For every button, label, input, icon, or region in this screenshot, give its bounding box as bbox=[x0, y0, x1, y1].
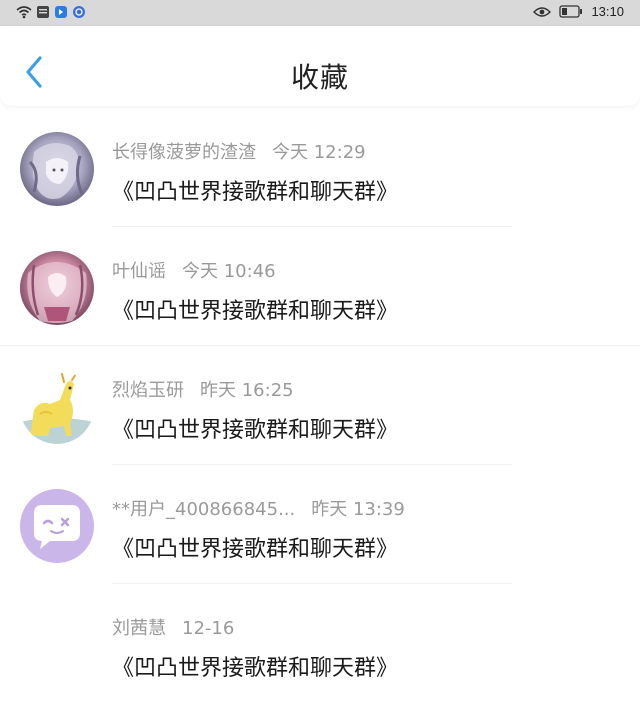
item-time: 今天 10:46 bbox=[182, 261, 276, 282]
status-time: 13:10 bbox=[591, 4, 624, 19]
item-content: 《凹凸世界接歌群和聊天群》 bbox=[112, 537, 399, 562]
avatar[interactable] bbox=[20, 251, 94, 325]
wifi-icon bbox=[16, 6, 32, 19]
avatar[interactable] bbox=[20, 489, 94, 563]
item-time: 昨天 13:39 bbox=[311, 499, 405, 520]
battery-icon bbox=[559, 5, 583, 18]
author-name: 刘茜慧 bbox=[112, 618, 166, 639]
item-time: 今天 12:29 bbox=[272, 142, 366, 163]
list-item[interactable]: 刘茜慧 12-16 《凹凸世界接歌群和聊天群》 bbox=[0, 584, 640, 703]
list-item[interactable]: 叶仙谣 今天 10:46 《凹凸世界接歌群和聊天群》 bbox=[0, 227, 640, 346]
item-time: 12-16 bbox=[182, 618, 235, 639]
chat-bubble-icon bbox=[20, 489, 94, 563]
list-item[interactable]: **用户_400866845... 昨天 13:39 《凹凸世界接歌群和聊天群》 bbox=[0, 465, 640, 584]
status-left-icons bbox=[16, 5, 86, 19]
author-name: 长得像菠萝的渣渣 bbox=[112, 142, 256, 163]
avatar-image bbox=[20, 370, 94, 444]
status-right-icons: 13:10 bbox=[533, 4, 624, 19]
avatar[interactable] bbox=[20, 608, 94, 682]
item-content: 《凹凸世界接歌群和聊天群》 bbox=[112, 299, 399, 324]
author-name: 叶仙谣 bbox=[112, 261, 166, 282]
favorites-list: 长得像菠萝的渣渣 今天 12:29 《凹凸世界接歌群和聊天群》 叶仙谣 今天 1… bbox=[0, 108, 640, 703]
item-meta: 长得像菠萝的渣渣 今天 12:29 bbox=[112, 138, 366, 164]
item-content: 《凹凸世界接歌群和聊天群》 bbox=[112, 656, 399, 681]
app-icon bbox=[73, 6, 85, 18]
header-bar: 收藏 bbox=[0, 26, 640, 106]
avatar-image bbox=[20, 251, 94, 325]
avatar[interactable] bbox=[20, 370, 94, 444]
list-item[interactable]: 长得像菠萝的渣渣 今天 12:29 《凹凸世界接歌群和聊天群》 bbox=[0, 108, 640, 227]
notification-icon bbox=[37, 6, 49, 18]
status-bar: 13:10 bbox=[0, 0, 640, 26]
app-icon bbox=[55, 6, 67, 18]
item-meta: 刘茜慧 12-16 bbox=[112, 614, 234, 640]
page-title: 收藏 bbox=[290, 61, 349, 94]
item-content: 《凹凸世界接歌群和聊天群》 bbox=[112, 180, 399, 205]
author-name: **用户_400866845... bbox=[112, 499, 296, 520]
item-meta: 烈焰玉研 昨天 16:25 bbox=[112, 376, 294, 402]
list-item[interactable]: 烈焰玉研 昨天 16:25 《凹凸世界接歌群和聊天群》 bbox=[0, 346, 640, 465]
avatar-image bbox=[20, 132, 94, 206]
eye-icon bbox=[533, 6, 552, 17]
item-content: 《凹凸世界接歌群和聊天群》 bbox=[112, 418, 399, 443]
author-name: 烈焰玉研 bbox=[112, 380, 184, 401]
item-meta: **用户_400866845... 昨天 13:39 bbox=[112, 495, 405, 521]
avatar[interactable] bbox=[20, 132, 94, 206]
item-time: 昨天 16:25 bbox=[200, 380, 294, 401]
item-meta: 叶仙谣 今天 10:46 bbox=[112, 257, 276, 283]
